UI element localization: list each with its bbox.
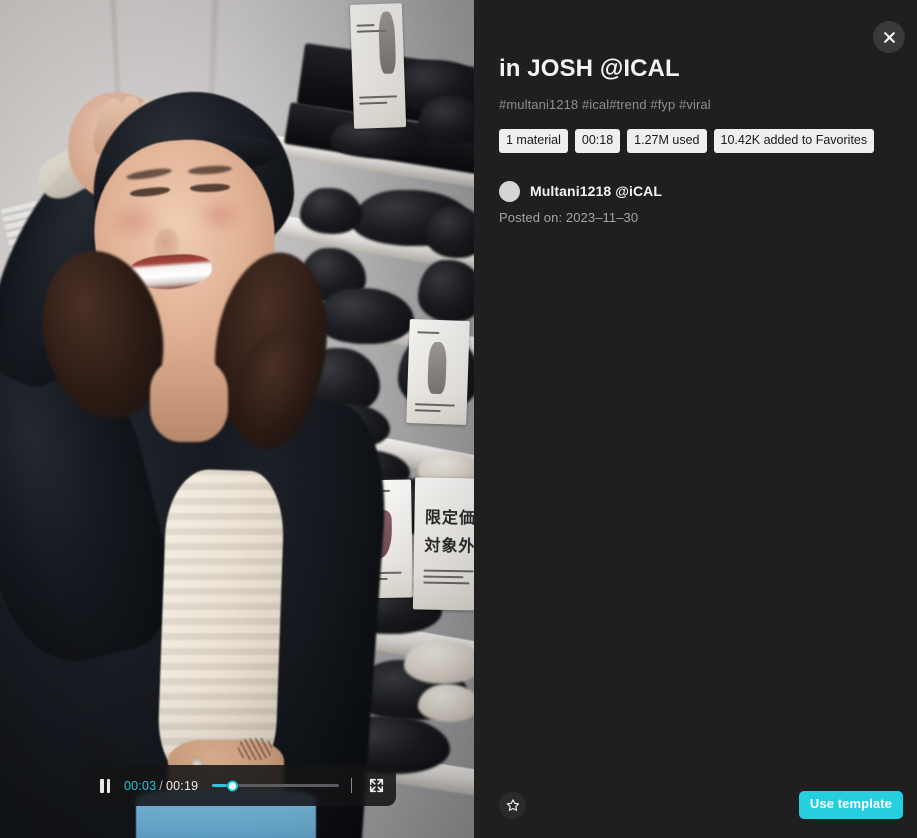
- pause-icon[interactable]: [96, 777, 114, 795]
- favorite-button[interactable]: [499, 791, 526, 819]
- video-frame[interactable]: 限定価 対象外: [0, 0, 474, 838]
- subject-cheek: [196, 196, 244, 234]
- close-button[interactable]: [873, 21, 905, 53]
- video-player-panel[interactable]: 限定価 対象外 00:03 / 00:19: [0, 0, 474, 838]
- stat-badge-group: 1 material 00:18 1.27M used 10.42K added…: [499, 129, 891, 153]
- use-template-button[interactable]: Use template: [798, 791, 903, 819]
- status-badge-favorites-count: 10.42K added to Favorites: [713, 129, 875, 153]
- subject-neck: [150, 358, 228, 442]
- progress-thumb[interactable]: [226, 780, 238, 791]
- close-icon: [883, 31, 895, 43]
- subject-knit-top: [156, 468, 286, 782]
- progress-slider[interactable]: [208, 765, 339, 806]
- details-footer: Use template: [474, 780, 917, 838]
- status-badge-materials: 1 material: [499, 129, 568, 153]
- posted-on-date: Posted on: 2023–11–30: [499, 209, 639, 225]
- template-details-panel: in JOSH @ICAL #multani1218 #ical#trend #…: [474, 0, 917, 838]
- hashtag-list: #multani1218 #ical#trend #fyp #viral: [499, 97, 711, 113]
- video-controls-bar[interactable]: 00:03/00:19: [82, 765, 396, 806]
- page-title: in JOSH @ICAL: [499, 55, 680, 82]
- status-badge-used-count: 1.27M used: [627, 129, 707, 153]
- controls-divider: [351, 778, 352, 793]
- avatar: [499, 180, 520, 202]
- current-time: 00:03: [124, 778, 157, 793]
- progress-track[interactable]: [212, 780, 339, 791]
- template-detail-modal: 限定価 対象外 00:03 / 00:19 in JOSH @ICAL #mul…: [0, 0, 917, 838]
- subject-tattoo: [238, 738, 272, 760]
- author-row[interactable]: Multani1218 @iCAL: [499, 180, 891, 202]
- subject-cheek: [106, 200, 162, 242]
- total-duration: 00:19: [165, 778, 199, 793]
- video-subject-person: [0, 0, 474, 838]
- author-name: Multani1218 @iCAL: [530, 183, 663, 200]
- status-badge-duration: 00:18: [574, 129, 621, 153]
- star-icon: [506, 799, 519, 811]
- time-separator: /: [159, 778, 163, 793]
- fullscreen-icon[interactable]: [366, 776, 386, 796]
- time-readout: 00:03/00:19: [124, 779, 198, 793]
